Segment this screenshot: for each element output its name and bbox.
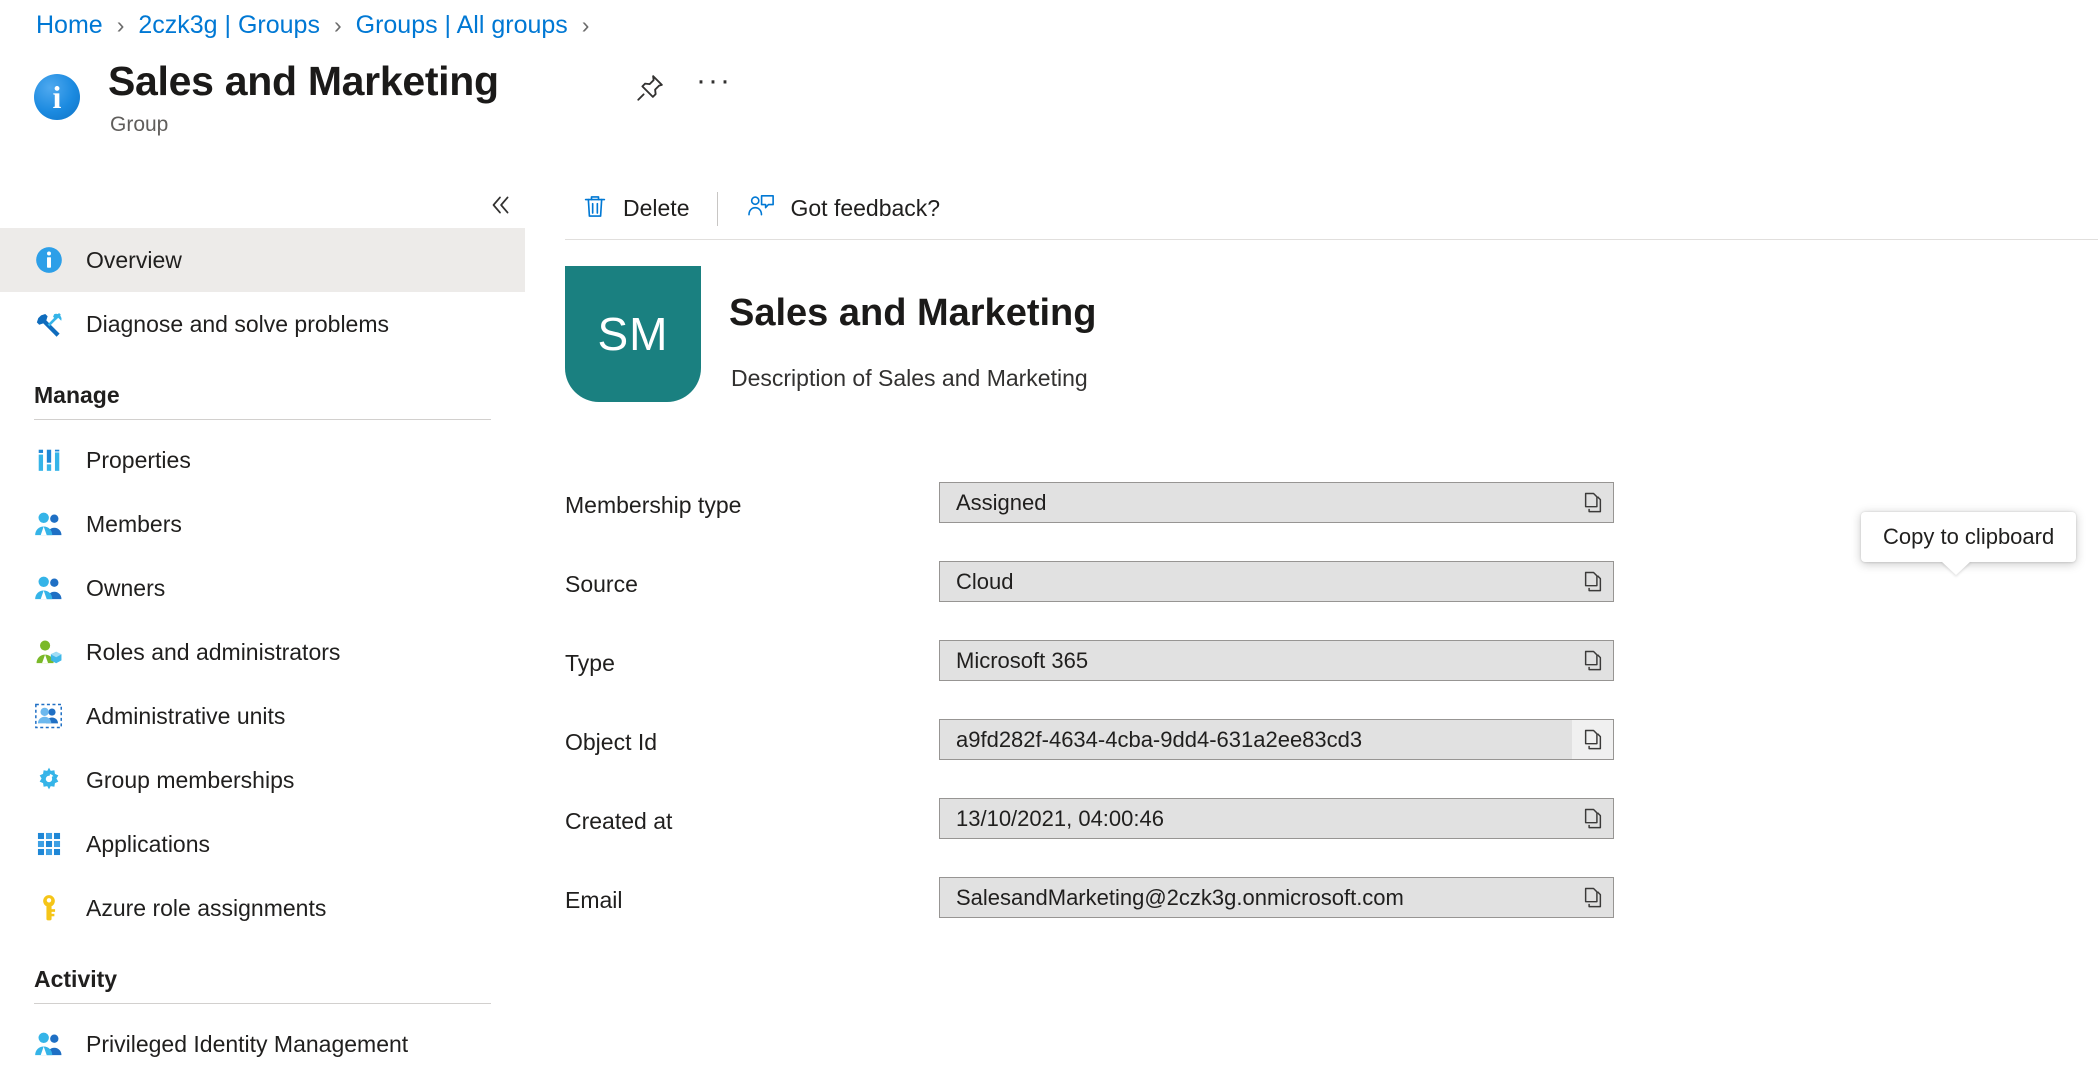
property-field: SalesandMarketing@2czk3g.onmicrosoft.com: [939, 877, 1614, 918]
property-value: a9fd282f-4634-4cba-9dd4-631a2ee83cd3: [956, 726, 1363, 752]
delete-button[interactable]: Delete: [565, 187, 705, 231]
copy-icon[interactable]: [1572, 799, 1613, 838]
group-description: Description of Sales and Marketing: [731, 365, 1088, 391]
breadcrumb-item-2[interactable]: Groups | All groups: [354, 8, 570, 42]
sidebar-item-label: Diagnose and solve problems: [86, 310, 390, 337]
page-title: Sales and Marketing: [108, 58, 499, 104]
sidebar-nav: Overview Diagnose and solve problems Manag…: [0, 228, 525, 1084]
delete-label: Delete: [623, 195, 690, 221]
property-value: SalesandMarketing@2czk3g.onmicrosoft.com: [956, 884, 1404, 910]
sidebar-item-roles-and-administrators[interactable]: Roles and administrators: [0, 620, 525, 684]
gear-icon: [34, 765, 64, 795]
copy-icon[interactable]: [1572, 878, 1613, 917]
property-label: Object Id: [565, 729, 658, 755]
property-row: Email SalesandMarketing@2czk3g.onmicrosof…: [565, 873, 2098, 952]
sidebar-item-label: Applications: [86, 830, 211, 857]
info-icon: [34, 245, 64, 275]
feedback-label: Got feedback?: [790, 195, 941, 221]
members-people-icon: [34, 509, 64, 539]
property-field: a9fd282f-4634-4cba-9dd4-631a2ee83cd3: [939, 719, 1614, 760]
ellipsis-icon[interactable]: ···: [694, 64, 734, 108]
property-field: Microsoft 365: [939, 640, 1614, 681]
roles-person-cube-icon: [34, 637, 64, 667]
breadcrumb-separator: ›: [116, 12, 125, 38]
property-value: 13/10/2021, 04:00:46: [956, 805, 1164, 831]
property-label: Email: [565, 887, 623, 913]
breadcrumb: Home › 2czk3g | Groups › Groups | All groups…: [34, 8, 601, 42]
property-row: Source Cloud: [565, 557, 2098, 636]
sidebar-item-group-memberships[interactable]: Group memberships: [0, 748, 525, 812]
breadcrumb-separator: ›: [333, 12, 342, 38]
avatar: SM: [565, 266, 701, 402]
sidebar-item-label: Group memberships: [86, 766, 295, 793]
members-people-icon: [34, 1029, 64, 1059]
azure-portal-group-overview: Home › 2czk3g | Groups › Groups | All groups…: [0, 0, 2098, 1084]
tooltip-arrow: [1941, 561, 1971, 575]
avatar-initials: SM: [597, 308, 669, 360]
property-value: Microsoft 365: [956, 647, 1089, 673]
wrench-screwdriver-icon: [34, 309, 64, 339]
page-subtitle: Group: [110, 113, 169, 136]
property-label: Type: [565, 650, 615, 676]
tooltip-text: Copy to clipboard: [1883, 524, 2055, 549]
breadcrumb-item-1[interactable]: 2czk3g | Groups: [136, 8, 322, 42]
sidebar-item-members[interactable]: Members: [0, 492, 525, 556]
sidebar-item-label: Roles and administrators: [86, 638, 341, 665]
breadcrumb-item-0[interactable]: Home: [34, 8, 105, 42]
grid-apps-icon: [34, 829, 64, 859]
sidebar-section-title: Manage: [34, 382, 120, 408]
owners-people-icon: [34, 573, 64, 603]
property-row: Object Id a9fd282f-4634-4cba-9dd4-631a2ee…: [565, 715, 2098, 794]
feedback-person-icon: [746, 192, 776, 226]
breadcrumb-separator: ›: [581, 12, 590, 38]
property-field: Cloud: [939, 561, 1614, 602]
toolbar-divider: [717, 191, 719, 226]
collapse-nav-button[interactable]: [480, 185, 520, 225]
sidebar-item-diagnose-and-solve-problems[interactable]: Diagnose and solve problems: [0, 292, 525, 356]
sidebar-item-label: Azure role assignments: [86, 894, 327, 921]
property-field: 13/10/2021, 04:00:46: [939, 798, 1614, 839]
info-icon: i: [34, 74, 80, 120]
copy-icon[interactable]: [1572, 641, 1613, 680]
sidebar-section-divider: [34, 419, 491, 420]
sidebar-item-properties[interactable]: Properties: [0, 428, 525, 492]
main-content: Delete Got feedback? SM Sales and Market…: [565, 178, 2098, 1084]
property-value: Cloud: [956, 568, 1014, 594]
sidebar-item-applications[interactable]: Applications: [0, 812, 525, 876]
property-field: Assigned: [939, 482, 1614, 523]
sidebar-item-owners[interactable]: Owners: [0, 556, 525, 620]
property-label: Created at: [565, 808, 673, 834]
got-feedback-button[interactable]: Got feedback?: [730, 187, 956, 231]
sidebar-section-title: Activity: [34, 966, 118, 992]
sidebar-item-label: Administrative units: [86, 702, 286, 729]
copy-icon[interactable]: [1572, 483, 1613, 522]
sidebar-item-label: Overview: [86, 246, 182, 273]
group-name: Sales and Marketing: [729, 292, 1097, 334]
key-icon: [34, 893, 64, 923]
sidebar-item-label: Owners: [86, 574, 166, 601]
property-row: Created at 13/10/2021, 04:00:46: [565, 794, 2098, 873]
property-label: Source: [565, 571, 638, 597]
copy-icon[interactable]: [1572, 720, 1613, 759]
sidebar-item-azure-role-assignments[interactable]: Azure role assignments: [0, 876, 525, 940]
property-row: Type Microsoft 365: [565, 636, 2098, 715]
copy-icon[interactable]: [1572, 562, 1613, 601]
info-glyph: i: [52, 78, 62, 115]
sidebar-item-administrative-units[interactable]: Administrative units: [0, 684, 525, 748]
pin-icon[interactable]: [630, 68, 670, 108]
tooltip: Copy to clipboard: [1861, 512, 2077, 575]
property-label: Membership type: [565, 492, 742, 518]
properties-bars-icon: [34, 445, 64, 475]
sidebar-item-privileged-identity-management[interactable]: Privileged Identity Management: [0, 1012, 525, 1076]
sidebar-item-overview[interactable]: Overview: [0, 228, 525, 292]
property-value: Assigned: [956, 489, 1047, 515]
sidebar-section-divider: [34, 1003, 491, 1004]
trash-icon: [581, 192, 609, 226]
command-toolbar: Delete Got feedback?: [565, 178, 2098, 240]
sidebar-item-label: Privileged Identity Management: [86, 1030, 409, 1057]
sidebar-item-label: Members: [86, 510, 182, 537]
sidebar-item-label: Properties: [86, 446, 191, 473]
administrative-units-icon: [34, 701, 64, 731]
